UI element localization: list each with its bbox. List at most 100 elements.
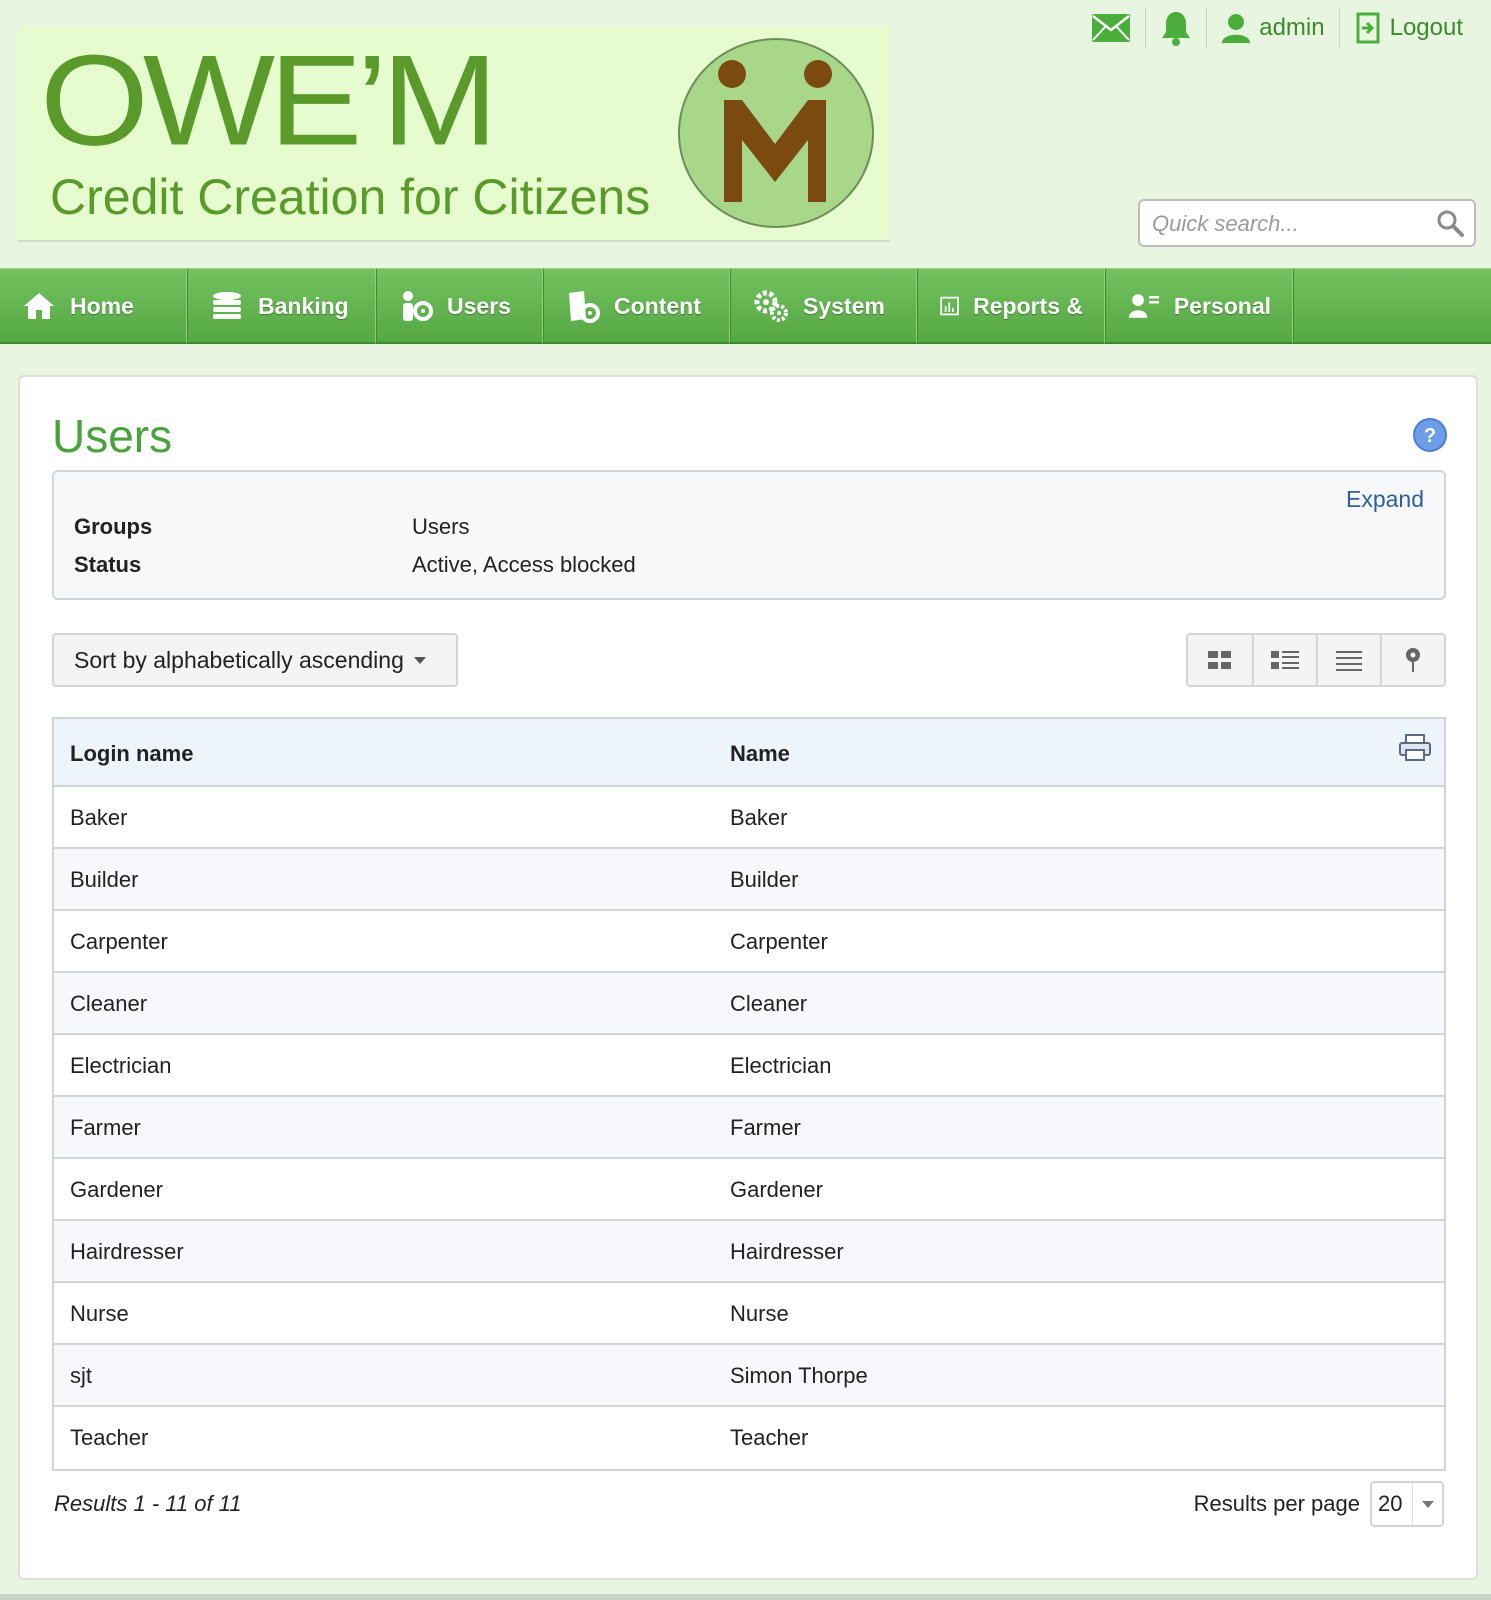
page-title: Users <box>52 410 173 462</box>
cell-name: Gardener <box>730 1177 823 1202</box>
cell-login-name: Cleaner <box>70 991 148 1016</box>
cell-name: Electrician <box>730 1053 832 1078</box>
nav-reports[interactable]: Reports & <box>918 269 1106 343</box>
table-row[interactable]: Cleaner Cleaner <box>54 973 1444 1035</box>
view-list-button[interactable] <box>1316 635 1380 685</box>
results-per-page-value: 20 <box>1378 1491 1403 1516</box>
table-body: Baker Baker Builder Builder Carpenter Carpe… <box>54 787 1444 1469</box>
tiles-icon <box>1208 651 1231 669</box>
view-map-button[interactable] <box>1380 635 1444 685</box>
filter-value: Users <box>412 514 470 539</box>
cell-name: Teacher <box>730 1425 809 1450</box>
logo-text: OWE’M <box>40 27 498 173</box>
content-gear-icon <box>569 291 600 323</box>
search-input[interactable] <box>1152 209 1422 239</box>
table-row[interactable]: Baker Baker <box>54 787 1444 849</box>
view-detailed-list-button[interactable] <box>1252 635 1316 685</box>
messages-link[interactable] <box>1077 8 1145 48</box>
table-row[interactable]: Builder Builder <box>54 849 1444 911</box>
chevron-down-icon <box>413 656 426 664</box>
cell-name: Farmer <box>730 1115 801 1140</box>
search-icon[interactable] <box>1436 209 1464 237</box>
logo-emblem <box>678 38 874 228</box>
nav-content[interactable]: Content <box>544 269 731 343</box>
cell-login-name: Electrician <box>70 1053 172 1078</box>
filter-key: Status <box>74 552 142 577</box>
cell-name: Builder <box>730 867 799 892</box>
svg-text:?: ? <box>1424 425 1436 447</box>
cell-login-name: Teacher <box>70 1425 149 1450</box>
nav-personal[interactable]: Personal <box>1106 269 1294 343</box>
logo-tagline: Credit Creation for Citizens <box>50 169 651 225</box>
nav-home-label: Home <box>70 292 134 319</box>
logout-link[interactable]: Logout <box>1338 8 1477 48</box>
table-row[interactable]: Gardener Gardener <box>54 1159 1444 1221</box>
cell-login-name: Farmer <box>70 1115 141 1140</box>
results-per-page-label: Results per page <box>1193 1491 1360 1516</box>
cell-login-name: Builder <box>70 867 139 892</box>
main-nav: Home Banking Users Content System Report… <box>0 268 1491 344</box>
detailed-list-icon <box>1271 651 1299 669</box>
sort-label: Sort by alphabetically ascending <box>74 646 404 673</box>
bottom-edge <box>0 1594 1491 1600</box>
users-table: Login name Name Baker Baker Builder Builde… <box>52 717 1446 1471</box>
nav-system[interactable]: System <box>731 269 918 343</box>
table-row[interactable]: Teacher Teacher <box>54 1407 1444 1469</box>
help-icon[interactable]: ? <box>1412 417 1448 453</box>
nav-home[interactable]: Home <box>0 269 188 343</box>
cell-name: Nurse <box>730 1301 789 1326</box>
table-row[interactable]: sjt Simon Thorpe <box>54 1345 1444 1407</box>
quick-search <box>1138 199 1476 247</box>
list-icon <box>1336 651 1362 671</box>
cell-login-name: Gardener <box>70 1177 163 1202</box>
table-row[interactable]: Hairdresser Hairdresser <box>54 1221 1444 1283</box>
home-icon <box>24 293 54 319</box>
sort-dropdown[interactable]: Sort by alphabetically ascending <box>52 633 458 687</box>
gears-icon <box>754 290 788 322</box>
nav-banking[interactable]: Banking <box>188 269 377 343</box>
nav-system-label: System <box>803 292 885 319</box>
column-header-login-name[interactable]: Login name <box>70 741 193 767</box>
notifications-link[interactable] <box>1145 8 1206 48</box>
cell-login-name: Nurse <box>70 1301 129 1326</box>
chevron-down-icon <box>1412 1483 1442 1525</box>
nav-personal-label: Personal <box>1173 292 1271 319</box>
view-tiles-button[interactable] <box>1188 635 1252 685</box>
table-row[interactable]: Nurse Nurse <box>54 1283 1444 1345</box>
nav-content-label: Content <box>614 292 701 319</box>
column-header-name[interactable]: Name <box>730 741 790 767</box>
main-panel: Users ? Expand Groups Users Status Activ… <box>18 375 1478 1580</box>
user-link[interactable]: admin <box>1206 8 1338 48</box>
expand-link[interactable]: Expand <box>1346 486 1424 513</box>
header-banner: OWE’M Credit Creation for Citizens <box>18 26 890 242</box>
view-mode-group <box>1186 633 1446 687</box>
person-card-icon <box>1128 294 1160 318</box>
table-row[interactable]: Electrician Electrician <box>54 1035 1444 1097</box>
top-links: admin Logout <box>1077 8 1477 48</box>
coins-icon <box>213 292 241 319</box>
filter-key: Groups <box>74 514 153 539</box>
nav-users[interactable]: Users <box>377 269 544 343</box>
table-row[interactable]: Carpenter Carpenter <box>54 911 1444 973</box>
envelope-icon <box>1092 14 1131 42</box>
cell-name: Carpenter <box>730 929 828 954</box>
results-per-page-select[interactable]: 20 <box>1370 1481 1444 1527</box>
table-header: Login name Name <box>54 719 1444 787</box>
nav-reports-label: Reports & <box>973 292 1083 319</box>
filter-summary: Expand Groups Users Status Active, Acces… <box>52 470 1446 600</box>
cell-login-name: sjt <box>70 1363 92 1388</box>
nav-users-label: Users <box>447 292 511 319</box>
chart-icon <box>940 296 959 316</box>
results-per-page: Results per page 20 <box>1194 1481 1444 1527</box>
filter-value: Active, Access blocked <box>412 552 636 577</box>
table-row[interactable]: Farmer Farmer <box>54 1097 1444 1159</box>
printer-icon[interactable] <box>1398 733 1432 763</box>
cell-login-name: Carpenter <box>70 929 168 954</box>
results-count: Results 1 - 11 of 11 <box>54 1491 242 1516</box>
cell-name: Simon Thorpe <box>730 1363 868 1388</box>
logout-label: Logout <box>1389 14 1463 41</box>
map-pin-icon <box>1406 648 1420 672</box>
cell-login-name: Hairdresser <box>70 1239 184 1264</box>
cell-name: Cleaner <box>730 991 808 1016</box>
users-gear-icon <box>403 291 433 321</box>
